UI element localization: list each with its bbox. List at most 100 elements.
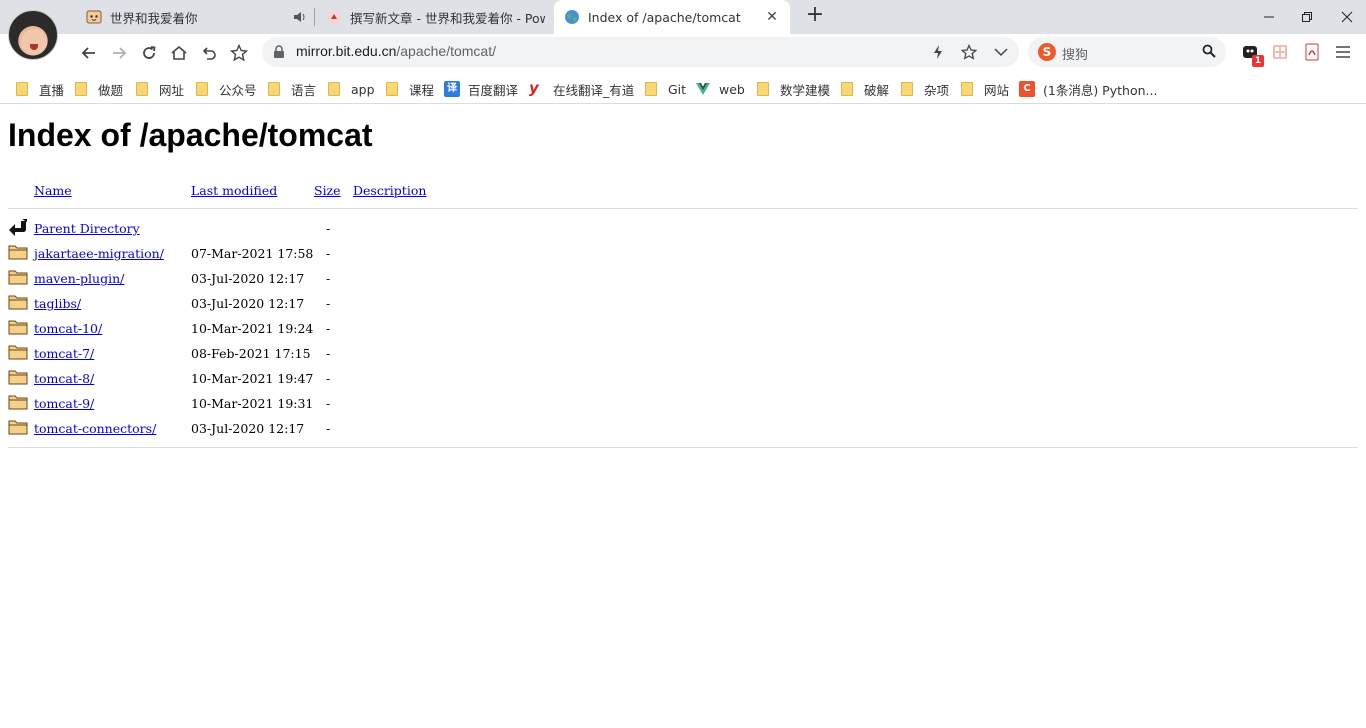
bookmark-label: app [351,81,375,97]
address-bar[interactable]: mirror.bit.edu.cn/apache/tomcat/ [262,37,1019,67]
bookmark-folder[interactable]: 网址 [136,80,184,98]
reload-icon [143,46,156,59]
bookmark-csdn[interactable]: C (1条消息) Python... [1019,80,1157,98]
tab-3-active[interactable]: Index of /apache/tomcat ✕ [554,0,790,34]
folder-icon [757,82,769,96]
lightning-icon[interactable] [929,43,947,61]
tab-3-title: Index of /apache/tomcat [588,9,741,25]
speaker-icon[interactable] [292,10,306,24]
sogou-logo-icon: S [1038,43,1056,61]
column-header-description[interactable]: Description [353,183,426,198]
entry-modified: 08-Feb-2021 17:15 [191,346,311,361]
entry-modified: 10-Mar-2021 19:31 [191,396,314,411]
toolbar: mirror.bit.edu.cn/apache/tomcat/ S 搜狗 1 [0,34,1366,72]
entry-link[interactable]: tomcat-10/ [34,321,102,336]
column-header-size[interactable]: Size [314,183,341,198]
back-button[interactable] [77,41,101,65]
search-placeholder: 搜狗 [1062,48,1089,63]
page-favicon-icon [327,10,341,24]
baidu-translate-icon: 译 [444,81,460,97]
entry-size: - [326,421,331,436]
minimize-icon [1264,16,1274,18]
entry-size: - [326,321,331,336]
entry-link[interactable]: maven-plugin/ [34,271,124,286]
bookmark-folder[interactable]: 直播 [16,80,64,98]
bilibili-tv-icon [86,10,102,24]
undo-close-button[interactable] [197,41,221,65]
tab-strip: 世界和我爱着你 撰写新文章 - 世界和我爱着你 - Pow Index of /… [0,0,1366,60]
lock-icon[interactable] [273,45,285,59]
close-tab-icon[interactable]: ✕ [764,9,780,25]
bookmark-label: 百度翻译 [468,82,519,98]
extension-grid-button[interactable] [1270,42,1290,62]
star-outline-icon [230,44,248,62]
home-button[interactable] [167,41,191,65]
extension-ghost-button[interactable]: 1 [1240,42,1264,67]
column-header-modified[interactable]: Last modified [191,183,277,198]
extension-pdf-button[interactable] [1302,42,1322,62]
bookmark-folder[interactable]: 破解 [841,80,889,98]
new-tab-button[interactable]: + [804,4,826,27]
bookmark-folder[interactable]: app [328,80,375,98]
listing-row: tomcat-8/ 10-Mar-2021 19:47 - [8,367,408,389]
bookmark-label: (1条消息) Python... [1043,82,1158,98]
column-header-name[interactable]: Name [34,183,72,198]
star-icon[interactable] [960,43,978,61]
tab-2-title: 撰写新文章 - 世界和我爱着你 - Pow [350,10,545,26]
menu-button[interactable] [1333,42,1353,62]
bookmark-web[interactable]: web [695,80,745,98]
bookmark-folder[interactable]: 课程 [386,80,434,98]
reload-button[interactable] [137,41,161,65]
back-arrow-icon [9,219,27,236]
entry-size: - [326,371,331,386]
entry-size: - [326,296,331,311]
entry-link[interactable]: tomcat-connectors/ [34,421,156,436]
listing-row: tomcat-7/ 08-Feb-2021 17:15 - [8,342,408,364]
globe-icon [565,10,579,24]
bookmark-label: 破解 [864,82,890,98]
bookmark-label: 直播 [39,82,65,98]
listing-row: taglibs/ 03-Jul-2020 12:17 - [8,292,408,314]
close-window-button[interactable] [1328,0,1366,34]
bookmark-folder[interactable]: Git [645,80,686,98]
folder-icon [386,82,398,96]
bookmark-folder[interactable]: 语言 [268,80,316,98]
bookmark-folder[interactable]: 数学建模 [757,80,830,98]
profile-avatar[interactable] [8,10,58,60]
entry-link[interactable]: tomcat-8/ [34,371,94,386]
folder-icon [8,420,28,435]
entry-link[interactable]: tomcat-7/ [34,346,94,361]
chevron-down-icon[interactable] [992,43,1010,61]
folder-icon [8,395,28,410]
bookmark-youdao[interactable]: y 在线翻译_有道 [529,80,634,98]
folder-icon [8,245,28,260]
folder-icon [16,82,28,96]
bookmark-star-button[interactable] [227,41,251,65]
listing-row: tomcat-connectors/ 03-Jul-2020 12:17 - [8,417,408,439]
folder-icon [645,82,657,96]
search-engine-box[interactable]: S 搜狗 [1028,37,1226,67]
bookmark-folder[interactable]: 杂项 [901,80,949,98]
search-icon[interactable] [1202,44,1216,58]
tab-2[interactable]: 撰写新文章 - 世界和我爱着你 - Pow [316,0,552,34]
bookmark-folder[interactable]: 公众号 [196,80,257,98]
entry-link[interactable]: taglibs/ [34,296,81,311]
entry-link[interactable]: jakartaee-migration/ [34,246,164,261]
avatar-face [21,29,47,55]
minimize-button[interactable] [1250,0,1288,34]
entry-size: - [326,346,331,361]
bookmark-baidu-translate[interactable]: 译百度翻译 [444,80,518,98]
bookmark-label: 做题 [98,82,124,98]
arrow-right-icon [113,47,127,59]
url-text[interactable]: mirror.bit.edu.cn/apache/tomcat/ [296,43,496,59]
restore-button[interactable] [1288,0,1326,34]
folder-icon [268,82,280,96]
bookmark-label: 网站 [984,82,1010,98]
folder-icon [8,320,28,335]
parent-directory-link[interactable]: Parent Directory [34,221,140,236]
entry-link[interactable]: tomcat-9/ [34,396,94,411]
bookmark-folder[interactable]: 做题 [75,80,123,98]
forward-button[interactable] [107,41,131,65]
tab-1[interactable]: 世界和我爱着你 [78,0,314,34]
bookmark-folder[interactable]: 网站 [961,80,1009,98]
